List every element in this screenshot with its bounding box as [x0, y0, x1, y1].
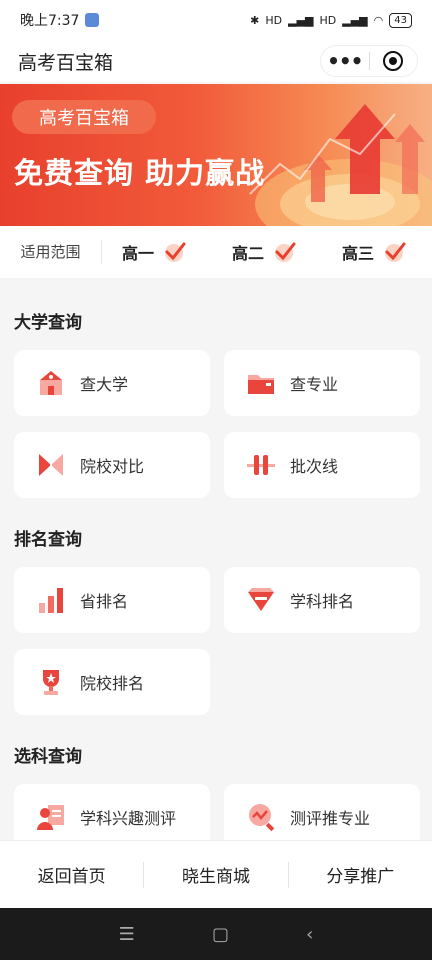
card-label: 省排名: [80, 592, 129, 611]
card-subject-rank[interactable]: 学科排名: [224, 567, 420, 633]
card-label: 院校对比: [80, 457, 145, 476]
grade-1: 高一: [122, 240, 186, 264]
mall-button[interactable]: 晓生商城: [144, 862, 287, 887]
bottom-action-bar: 返回首页 晓生商城 分享推广: [0, 840, 432, 908]
grade-2-label: 高二: [232, 244, 265, 263]
promo-banner[interactable]: 高考百宝箱 免费查询 助力赢战: [0, 84, 432, 226]
signal-2-icon: ▂▄▆: [342, 13, 368, 27]
status-time: 晚上7:37: [20, 13, 80, 29]
grade-1-label: 高一: [122, 244, 155, 263]
grade-3: 高三: [342, 240, 406, 264]
menu-icon[interactable]: ☰: [119, 924, 135, 945]
home-square-icon[interactable]: ▢: [212, 924, 229, 945]
nav-bar: 高考百宝箱 •••: [0, 40, 432, 82]
check-icon: [165, 242, 186, 262]
card-search-university[interactable]: 查大学: [14, 350, 210, 416]
signal-1-label: HD: [265, 13, 283, 27]
gem-rank-icon: [248, 588, 274, 611]
more-icon[interactable]: •••: [321, 45, 369, 77]
miniprogram-capsule: •••: [320, 45, 418, 77]
grade-3-label: 高三: [342, 244, 375, 263]
battery-indicator: 43: [389, 12, 412, 28]
card-label: 查大学: [80, 375, 129, 394]
card-province-rank[interactable]: 省排名: [14, 567, 210, 633]
check-icon: [385, 242, 406, 262]
card-label: 测评推专业: [290, 809, 371, 828]
app-notification-icon: [85, 13, 100, 27]
share-button[interactable]: 分享推广: [289, 862, 432, 887]
close-target-icon[interactable]: [370, 51, 418, 71]
scope-row: 适用范围 高一 高二 高三: [0, 226, 432, 278]
batch-line-icon: [247, 455, 275, 475]
compare-icon: [39, 454, 63, 476]
school-icon: [40, 371, 62, 395]
banner-tag: 高考百宝箱: [12, 100, 156, 134]
signal-2-label: HD: [319, 13, 337, 27]
person-board-icon: [37, 805, 64, 830]
system-navigation-bar: ☰ ▢ ‹: [0, 908, 432, 960]
trophy-icon: [43, 670, 59, 695]
bluetooth-icon: ✱: [250, 13, 260, 27]
signal-1-icon: ▂▄▆: [288, 13, 314, 27]
check-icon: [275, 242, 296, 262]
section-title-subject: 选科查询: [14, 747, 82, 767]
page-title: 高考百宝箱: [18, 51, 114, 74]
card-compare-schools[interactable]: 院校对比: [14, 432, 210, 498]
card-batch-line[interactable]: 批次线: [224, 432, 420, 498]
card-label: 院校排名: [80, 674, 145, 693]
card-school-rank[interactable]: 院校排名: [14, 649, 210, 715]
wifi-icon: ◠: [373, 13, 384, 27]
status-bar: 晚上7:37 ✱ HD ▂▄▆ HD ▂▄▆ ◠ 43: [0, 0, 432, 40]
card-label: 学科排名: [290, 592, 355, 611]
grade-2: 高二: [232, 240, 296, 264]
card-label: 查专业: [290, 375, 339, 394]
folder-icon: [248, 375, 274, 394]
card-label: 批次线: [290, 457, 339, 476]
bar-chart-icon: [39, 588, 63, 613]
section-title-ranking: 排名查询: [14, 530, 82, 550]
home-button[interactable]: 返回首页: [0, 862, 143, 887]
card-search-major[interactable]: 查专业: [224, 350, 420, 416]
banner-headline: 免费查询 助力赢战: [14, 156, 266, 190]
scope-label: 适用范围: [0, 240, 102, 264]
back-icon[interactable]: ‹: [306, 924, 313, 945]
section-title-university: 大学查询: [14, 313, 82, 333]
search-chart-icon: [249, 804, 275, 832]
card-label: 学科兴趣测评: [80, 809, 177, 828]
